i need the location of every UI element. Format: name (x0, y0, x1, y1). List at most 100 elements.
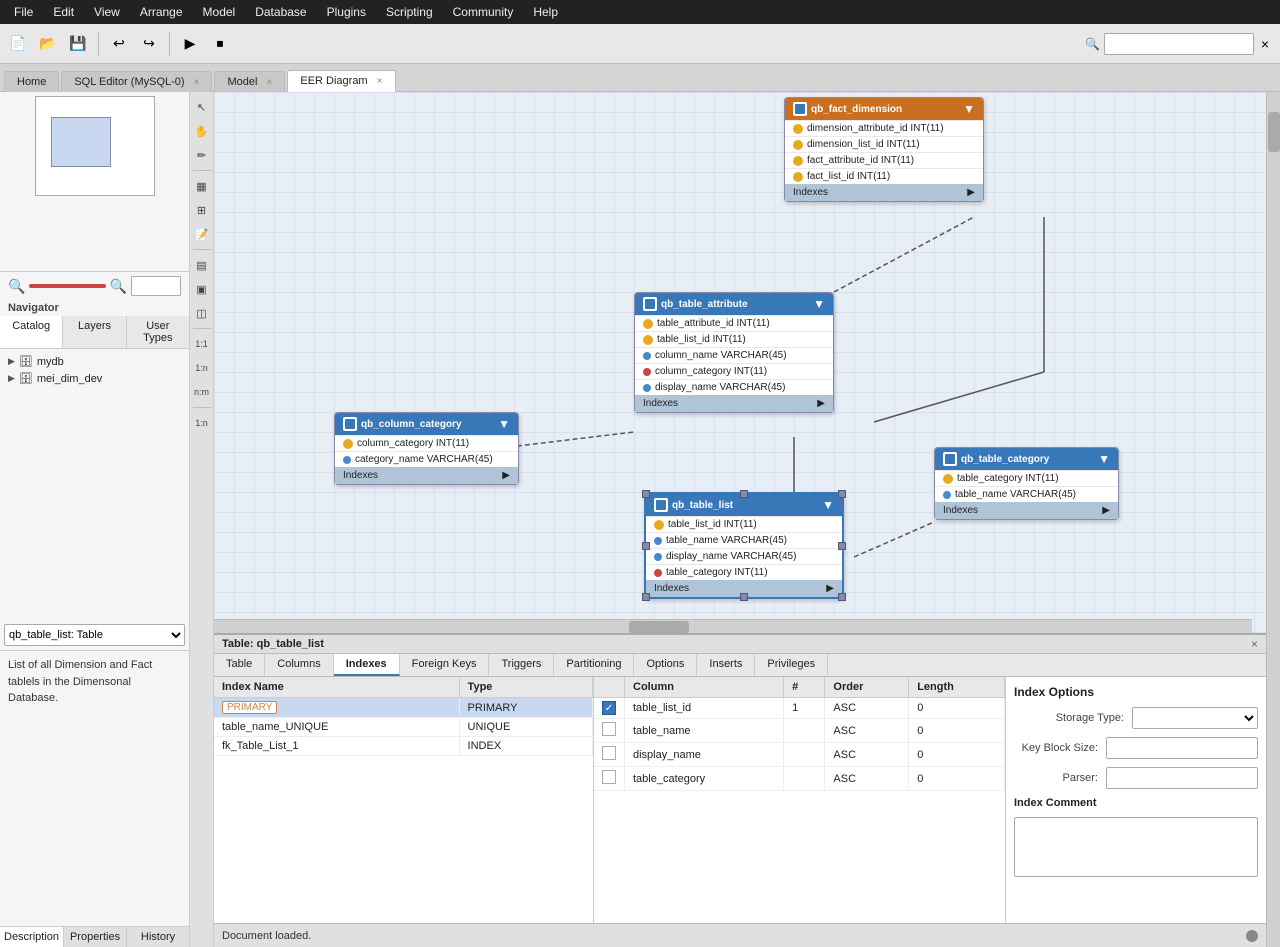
rel-tool4[interactable]: 1:n (191, 412, 213, 434)
tcat-indexes[interactable]: Indexes ▶ (935, 502, 1118, 519)
index-row-fk[interactable]: fk_Table_List_1 INDEX (214, 737, 593, 756)
eer-table-qb-table-list[interactable]: qb_table_list ▼ table_list_id INT(11) ta… (644, 492, 844, 599)
menu-arrange[interactable]: Arrange (130, 3, 193, 21)
menu-plugins[interactable]: Plugins (317, 3, 376, 21)
key-block-size-input[interactable]: 0 (1106, 737, 1258, 759)
menu-model[interactable]: Model (193, 3, 246, 21)
icol-check-1[interactable]: ✓ (594, 698, 625, 719)
resize-tr[interactable] (838, 490, 846, 498)
select-tool[interactable]: ↖ (191, 96, 213, 118)
bottom-tab-indexes[interactable]: Indexes (334, 654, 400, 676)
index-row-primary[interactable]: PRIMARY PRIMARY (214, 698, 593, 718)
h-scrollbar-thumb[interactable] (629, 621, 689, 633)
eer-table-qb-table-category[interactable]: qb_table_category ▼ table_category INT(1… (934, 447, 1119, 520)
hand-tool[interactable]: ✋ (191, 120, 213, 142)
bottom-tab-table[interactable]: Table (214, 654, 265, 676)
tab-home[interactable]: Home (4, 71, 59, 92)
undo-button[interactable]: ↩ (105, 30, 133, 58)
resize-tm[interactable] (740, 490, 748, 498)
zoom-value-input[interactable]: 100 (131, 276, 181, 296)
tab-sql-editor[interactable]: SQL Editor (MySQL-0) × (61, 71, 212, 92)
icol-check-2[interactable] (594, 719, 625, 743)
redo-button[interactable]: ↪ (135, 30, 163, 58)
bottom-panel-close[interactable]: × (1251, 637, 1258, 651)
bottom-tab-foreign-keys[interactable]: Foreign Keys (400, 654, 490, 676)
rel-tool3[interactable]: n:m (191, 381, 213, 403)
stop-button[interactable]: ⏹ (206, 30, 234, 58)
fact-dimension-menu[interactable]: ▼ (963, 102, 975, 116)
resize-bl[interactable] (642, 593, 650, 601)
parser-input[interactable] (1106, 767, 1258, 789)
schema-select[interactable]: qb_table_list: Table (4, 624, 185, 646)
search-input[interactable] (1104, 33, 1254, 55)
bottom-tab-triggers[interactable]: Triggers (489, 654, 554, 676)
open-button[interactable]: 📂 (34, 30, 62, 58)
zoom-in-icon[interactable]: 🔍 (110, 278, 127, 295)
left-tab-layers[interactable]: Layers (63, 316, 126, 348)
bottom-tab-columns[interactable]: Columns (265, 654, 333, 676)
fact-dim-indexes[interactable]: Indexes ▶ (785, 184, 983, 201)
left-bottom-tab-properties[interactable]: Properties (64, 927, 127, 947)
table-list-menu[interactable]: ▼ (822, 498, 834, 512)
menu-database[interactable]: Database (245, 3, 316, 21)
eer-table-qb-fact-dimension[interactable]: qb_fact_dimension ▼ dimension_attribute_… (784, 97, 984, 202)
menu-file[interactable]: File (4, 3, 43, 21)
search-clear-button[interactable]: × (1254, 33, 1276, 55)
layer-tool[interactable]: ⊞ (191, 199, 213, 221)
tree-item-mei-dim-dev[interactable]: ▶ 🗄 mei_dim_dev (4, 370, 185, 387)
tab-eer-diagram[interactable]: EER Diagram × (287, 70, 395, 92)
left-bottom-tab-description[interactable]: Description (0, 927, 64, 947)
rel-1n-tool[interactable]: 1:1 (191, 333, 213, 355)
v-scrollbar-thumb[interactable] (1268, 112, 1280, 152)
note-tool[interactable]: 📝 (191, 223, 213, 245)
column-category-menu[interactable]: ▼ (498, 417, 510, 431)
new-button[interactable]: 📄 (4, 30, 32, 58)
execute-button[interactable]: ▶ (176, 30, 204, 58)
table-attribute-menu[interactable]: ▼ (813, 297, 825, 311)
menu-community[interactable]: Community (443, 3, 524, 21)
resize-tl[interactable] (642, 490, 650, 498)
storage-type-select[interactable] (1132, 707, 1258, 729)
h-scrollbar[interactable] (214, 619, 1252, 633)
tree-item-mydb[interactable]: ▶ 🗄 mydb (4, 353, 185, 370)
icol-check-3[interactable] (594, 743, 625, 767)
table-tool2[interactable]: ▣ (191, 278, 213, 300)
index-comment-textarea[interactable] (1014, 817, 1258, 877)
table-category-menu[interactable]: ▼ (1098, 452, 1110, 466)
menu-scripting[interactable]: Scripting (376, 3, 443, 21)
grid-tool[interactable]: ▦ (191, 175, 213, 197)
bottom-tab-inserts[interactable]: Inserts (697, 654, 755, 676)
left-bottom-tab-history[interactable]: History (127, 927, 189, 947)
tattr-indexes[interactable]: Indexes ▶ (635, 395, 833, 412)
icol-check-4[interactable] (594, 767, 625, 791)
diagram-area[interactable]: qb_fact_dimension ▼ dimension_attribute_… (214, 92, 1266, 633)
eer-table-qb-table-attribute[interactable]: qb_table_attribute ▼ table_attribute_id … (634, 292, 834, 413)
resize-ml[interactable] (642, 542, 650, 550)
bottom-tab-privileges[interactable]: Privileges (755, 654, 828, 676)
rel-nm-tool[interactable]: 1:n (191, 357, 213, 379)
zoom-slider[interactable] (29, 284, 105, 288)
tab-eer-diagram-close[interactable]: × (377, 76, 383, 87)
view-tool[interactable]: ◫ (191, 302, 213, 324)
eer-table-qb-column-category[interactable]: qb_column_category ▼ column_category INT… (334, 412, 519, 485)
tab-sql-editor-close[interactable]: × (194, 77, 200, 88)
menu-view[interactable]: View (84, 3, 130, 21)
zoom-out-icon[interactable]: 🔍 (8, 278, 25, 295)
menu-help[interactable]: Help (523, 3, 568, 21)
resize-br[interactable] (838, 593, 846, 601)
index-row-unique[interactable]: table_name_UNIQUE UNIQUE (214, 718, 593, 737)
left-tab-catalog[interactable]: Catalog (0, 316, 63, 348)
diagram-scrollbar[interactable] (1266, 92, 1280, 947)
cccat-indexes[interactable]: Indexes ▶ (335, 467, 518, 484)
menu-edit[interactable]: Edit (43, 3, 84, 21)
tab-model-close[interactable]: × (267, 77, 273, 88)
bottom-tab-options[interactable]: Options (634, 654, 697, 676)
left-tab-user-types[interactable]: User Types (127, 316, 189, 348)
bottom-tab-partitioning[interactable]: Partitioning (554, 654, 634, 676)
tab-model[interactable]: Model × (214, 71, 285, 92)
table-tool[interactable]: ▤ (191, 254, 213, 276)
save-button[interactable]: 💾 (64, 30, 92, 58)
resize-bm[interactable] (740, 593, 748, 601)
resize-mr[interactable] (838, 542, 846, 550)
eraser-tool[interactable]: ✏ (191, 144, 213, 166)
